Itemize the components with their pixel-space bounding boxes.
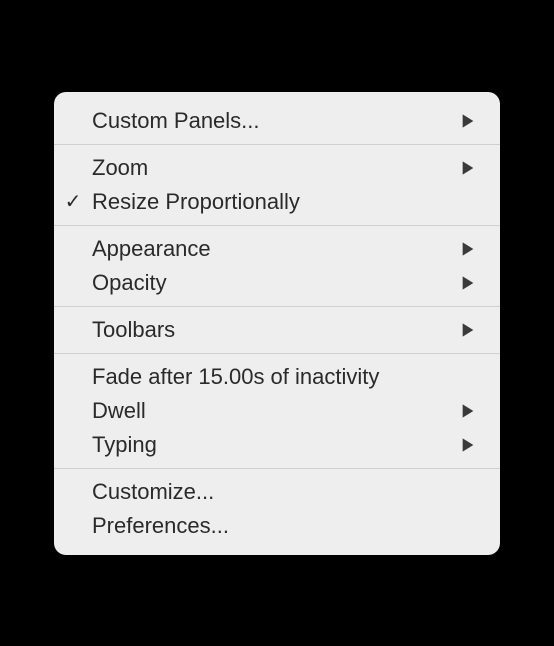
menu-separator [54, 225, 500, 226]
submenu-arrow-icon [456, 403, 480, 419]
menu-item-label: Typing [92, 432, 456, 458]
menu-item-typing[interactable]: Typing [54, 428, 500, 462]
submenu-arrow-icon [456, 241, 480, 257]
menu-item-label: Zoom [92, 155, 456, 181]
menu-item-label: Customize... [92, 479, 456, 505]
menu-item-label: Resize Proportionally [92, 189, 456, 215]
menu-item-custom-panels[interactable]: Custom Panels... [54, 104, 500, 138]
menu-item-preferences[interactable]: Preferences... [54, 509, 500, 543]
menu-group: Zoom✓Resize Proportionally [54, 147, 500, 223]
menu-item-label: Custom Panels... [92, 108, 456, 134]
menu-item-appearance[interactable]: Appearance [54, 232, 500, 266]
menu-group: Customize... Preferences... [54, 471, 500, 547]
menu-item-dwell[interactable]: Dwell [54, 394, 500, 428]
menu-group: Custom Panels... [54, 100, 500, 142]
menu-item-label: Preferences... [92, 513, 456, 539]
menu-item-fade-after[interactable]: Fade after 15.00s of inactivity [54, 360, 500, 394]
menu-item-label: Opacity [92, 270, 456, 296]
menu-item-customize[interactable]: Customize... [54, 475, 500, 509]
submenu-arrow-icon [456, 113, 480, 129]
submenu-arrow-icon [456, 275, 480, 291]
menu-separator [54, 353, 500, 354]
menu-group: Fade after 15.00s of inactivity Dwell Typi… [54, 356, 500, 466]
menu-item-zoom[interactable]: Zoom [54, 151, 500, 185]
menu-item-label: Dwell [92, 398, 456, 424]
menu-item-resize-proportionally[interactable]: ✓Resize Proportionally [54, 185, 500, 219]
checkmark-icon: ✓ [54, 189, 92, 214]
menu-item-opacity[interactable]: Opacity [54, 266, 500, 300]
context-menu: Custom Panels...Zoom✓Resize Proportional… [54, 92, 500, 555]
menu-separator [54, 468, 500, 469]
menu-item-toolbars[interactable]: Toolbars [54, 313, 500, 347]
menu-item-label: Toolbars [92, 317, 456, 343]
menu-item-label: Fade after 15.00s of inactivity [92, 364, 456, 390]
menu-item-label: Appearance [92, 236, 456, 262]
menu-group: Appearance Opacity [54, 228, 500, 304]
menu-separator [54, 144, 500, 145]
menu-group: Toolbars [54, 309, 500, 351]
menu-separator [54, 306, 500, 307]
submenu-arrow-icon [456, 437, 480, 453]
submenu-arrow-icon [456, 322, 480, 338]
submenu-arrow-icon [456, 160, 480, 176]
